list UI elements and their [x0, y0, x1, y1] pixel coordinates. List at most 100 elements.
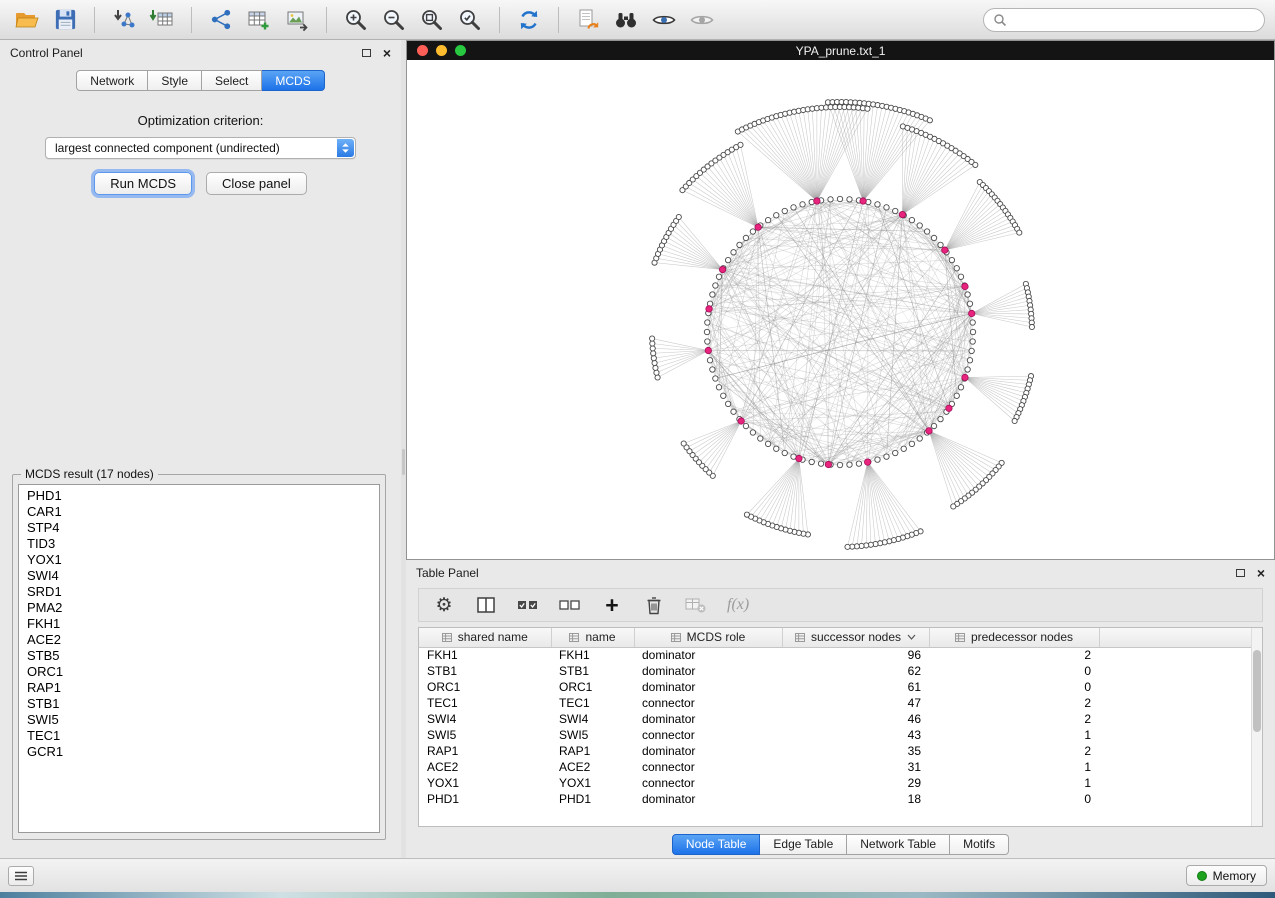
table-row[interactable]: FKH1FKH1dominator962: [419, 647, 1262, 663]
new-table-button[interactable]: [242, 5, 276, 35]
mcds-result-item[interactable]: CAR1: [19, 504, 379, 520]
close-panel-icon[interactable]: ×: [383, 46, 391, 60]
zoom-fit-button[interactable]: [415, 5, 449, 35]
column-header-predecessor-nodes[interactable]: predecessor nodes: [929, 628, 1099, 647]
table-cell[interactable]: dominator: [634, 679, 782, 695]
show-graphics-button[interactable]: [647, 5, 681, 35]
table-cell[interactable]: ACE2: [551, 759, 634, 775]
table-cell[interactable]: 35: [782, 743, 929, 759]
mcds-result-item[interactable]: STB1: [19, 696, 379, 712]
export-image-button[interactable]: [280, 5, 314, 35]
table-cell[interactable]: 29: [782, 775, 929, 791]
table-cell[interactable]: RAP1: [551, 743, 634, 759]
column-header-successor-nodes[interactable]: successor nodes: [782, 628, 929, 647]
mcds-result-item[interactable]: SWI5: [19, 712, 379, 728]
network-graph[interactable]: [407, 60, 1274, 559]
mcds-result-item[interactable]: SWI4: [19, 568, 379, 584]
new-network-button[interactable]: [204, 5, 238, 35]
tab-mcds[interactable]: MCDS: [262, 70, 324, 91]
table-cell[interactable]: STB1: [419, 663, 551, 679]
table-row[interactable]: PHD1PHD1dominator180: [419, 791, 1262, 807]
table-cell[interactable]: ORC1: [551, 679, 634, 695]
table-row[interactable]: STB1STB1dominator620: [419, 663, 1262, 679]
close-window-icon[interactable]: [417, 45, 428, 56]
network-report-button[interactable]: [571, 5, 605, 35]
memory-button[interactable]: Memory: [1186, 865, 1267, 886]
save-session-button[interactable]: [48, 5, 82, 35]
zoom-selected-button[interactable]: [453, 5, 487, 35]
table-cell[interactable]: 47: [782, 695, 929, 711]
import-table-button[interactable]: [145, 5, 179, 35]
minimize-window-icon[interactable]: [436, 45, 447, 56]
import-network-button[interactable]: [107, 5, 141, 35]
table-cell[interactable]: dominator: [634, 711, 782, 727]
mcds-result-item[interactable]: STB5: [19, 648, 379, 664]
mcds-result-item[interactable]: ACE2: [19, 632, 379, 648]
tab-style[interactable]: Style: [148, 70, 202, 91]
table-row[interactable]: YOX1YOX1connector291: [419, 775, 1262, 791]
add-column-icon[interactable]: +: [601, 593, 623, 617]
zoom-out-button[interactable]: [377, 5, 411, 35]
mcds-result-list[interactable]: PHD1CAR1STP4TID3YOX1SWI4SRD1PMA2FKH1ACE2…: [18, 484, 380, 833]
table-cell[interactable]: 2: [929, 743, 1099, 759]
table-settings-icon[interactable]: ⚙: [433, 593, 455, 617]
table-cell[interactable]: 0: [929, 679, 1099, 695]
table-cell[interactable]: FKH1: [551, 647, 634, 663]
table-cell[interactable]: connector: [634, 775, 782, 791]
column-header-mcds-role[interactable]: MCDS role: [634, 628, 782, 647]
select-all-icon[interactable]: [517, 593, 539, 617]
table-row[interactable]: SWI5SWI5connector431: [419, 727, 1262, 743]
column-header-name[interactable]: name: [551, 628, 634, 647]
table-cell[interactable]: 2: [929, 647, 1099, 663]
table-cell[interactable]: SWI4: [551, 711, 634, 727]
table-row[interactable]: ORC1ORC1dominator610: [419, 679, 1262, 695]
column-header-shared-name[interactable]: shared name: [419, 628, 551, 647]
mcds-result-item[interactable]: SRD1: [19, 584, 379, 600]
table-cell[interactable]: 46: [782, 711, 929, 727]
table-cell[interactable]: 0: [929, 791, 1099, 807]
show-columns-icon[interactable]: [475, 593, 497, 617]
table-scrollbar[interactable]: [1251, 628, 1262, 826]
table-cell[interactable]: PHD1: [551, 791, 634, 807]
table-row[interactable]: RAP1RAP1dominator352: [419, 743, 1262, 759]
table-cell[interactable]: STB1: [551, 663, 634, 679]
table-cell[interactable]: 31: [782, 759, 929, 775]
table-cell[interactable]: FKH1: [419, 647, 551, 663]
mcds-result-item[interactable]: FKH1: [19, 616, 379, 632]
table-cell[interactable]: TEC1: [419, 695, 551, 711]
table-cell[interactable]: 2: [929, 695, 1099, 711]
table-cell[interactable]: dominator: [634, 791, 782, 807]
table-cell[interactable]: ACE2: [419, 759, 551, 775]
close-table-panel-icon[interactable]: ×: [1257, 566, 1265, 580]
table-cell[interactable]: 18: [782, 791, 929, 807]
table-cell[interactable]: 2: [929, 711, 1099, 727]
table-cell[interactable]: dominator: [634, 743, 782, 759]
run-mcds-button[interactable]: Run MCDS: [94, 172, 192, 195]
table-cell[interactable]: 0: [929, 663, 1099, 679]
table-cell[interactable]: ORC1: [419, 679, 551, 695]
mcds-result-item[interactable]: TEC1: [19, 728, 379, 744]
table-cell[interactable]: 1: [929, 775, 1099, 791]
table-cell[interactable]: 62: [782, 663, 929, 679]
network-canvas[interactable]: [407, 60, 1274, 559]
table-cell[interactable]: YOX1: [551, 775, 634, 791]
table-cell[interactable]: RAP1: [419, 743, 551, 759]
apply-layout-button[interactable]: [512, 5, 546, 35]
table-cell[interactable]: PHD1: [419, 791, 551, 807]
mcds-result-item[interactable]: YOX1: [19, 552, 379, 568]
table-cell[interactable]: 96: [782, 647, 929, 663]
table-row[interactable]: SWI4SWI4dominator462: [419, 711, 1262, 727]
open-file-button[interactable]: [10, 5, 44, 35]
table-cell[interactable]: YOX1: [419, 775, 551, 791]
table-cell[interactable]: 61: [782, 679, 929, 695]
table-row[interactable]: ACE2ACE2connector311: [419, 759, 1262, 775]
table-cell[interactable]: dominator: [634, 647, 782, 663]
table-cell[interactable]: SWI5: [551, 727, 634, 743]
mcds-result-item[interactable]: PMA2: [19, 600, 379, 616]
tab-node-table[interactable]: Node Table: [672, 834, 761, 855]
table-cell[interactable]: TEC1: [551, 695, 634, 711]
panel-splitter[interactable]: [401, 40, 406, 858]
table-cell[interactable]: 1: [929, 727, 1099, 743]
status-menu-button[interactable]: [8, 866, 34, 886]
tab-select[interactable]: Select: [202, 70, 262, 91]
